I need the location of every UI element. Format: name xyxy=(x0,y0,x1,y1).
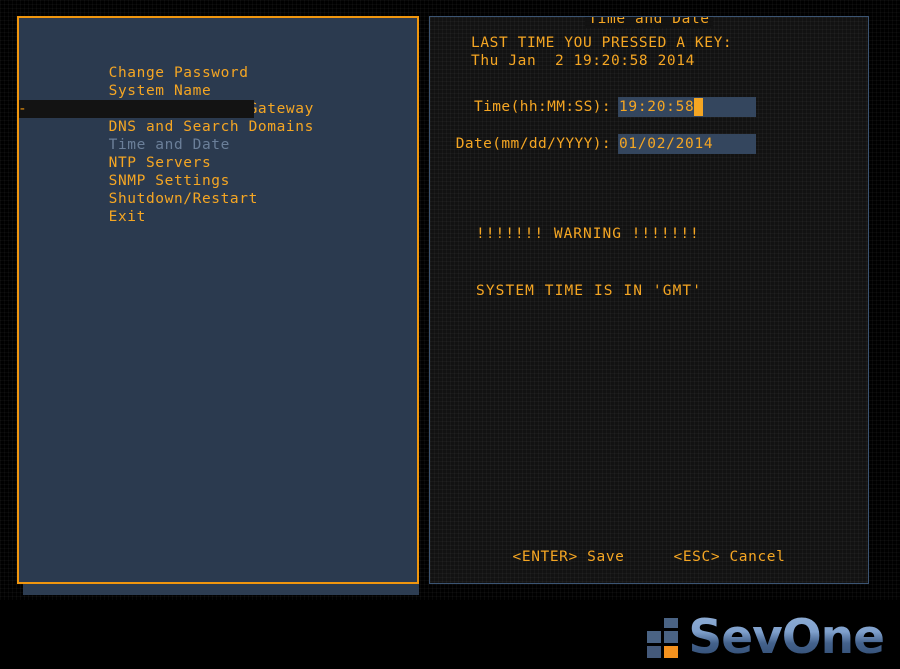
time-input-value: 19:20:58 xyxy=(619,99,695,115)
menu-item-change-password[interactable]: Change Password xyxy=(19,28,417,81)
form-title-bar: Time and Date xyxy=(430,17,868,28)
last-key-timestamp: Thu Jan 2 19:20:58 2014 xyxy=(471,53,695,69)
menu-item-ntp-servers[interactable]: NTP Servers xyxy=(19,118,417,171)
date-field-label: Date(mm/dd/YYYY): xyxy=(455,136,611,152)
menu-item-shutdown-restart[interactable]: Shutdown/Restart xyxy=(19,154,417,207)
menu-list[interactable]: Change Password System Name IP Address a… xyxy=(18,28,417,225)
warning-message: !!!!!!! WARNING !!!!!!! SYSTEM TIME IS I… xyxy=(476,187,702,339)
menu-item-snmp-settings[interactable]: SNMP Settings xyxy=(19,136,417,189)
terminal-screen: Change Password System Name IP Address a… xyxy=(0,0,900,600)
menu-item-time-and-date[interactable]: - Time and Date xyxy=(18,100,254,153)
logo-cell-empty xyxy=(647,618,661,628)
last-key-label: LAST TIME YOU PRESSED A KEY: xyxy=(471,35,733,51)
menu-item-exit[interactable]: Exit xyxy=(19,172,417,225)
logo-cell-blue xyxy=(647,645,662,658)
menu-item-system-name[interactable]: System Name xyxy=(19,46,417,99)
date-field-row: Date(mm/dd/YYYY): 01/02/2014 xyxy=(430,134,756,154)
bottom-bar: SevOne xyxy=(0,600,900,669)
form-action-bar: <ENTER> Save <ESC> Cancel xyxy=(430,547,868,567)
menu-item-label: Exit xyxy=(108,209,146,225)
text-cursor xyxy=(694,98,704,116)
sevone-logo: SevOne xyxy=(647,610,885,665)
date-input[interactable]: 01/02/2014 xyxy=(618,134,756,154)
time-field-label: Time(hh:MM:SS): xyxy=(474,99,611,115)
menu-item-dns-and-search-domains[interactable]: DNS and Search Domains xyxy=(19,82,417,135)
selection-marker-icon: - xyxy=(18,101,28,117)
menu-panel: Change Password System Name IP Address a… xyxy=(17,16,419,584)
time-and-date-form-panel: Time and Date LAST TIME YOU PRESSED A KE… xyxy=(429,16,869,584)
logo-cell-orange xyxy=(664,645,679,658)
save-button[interactable]: <ENTER> Save xyxy=(513,547,625,567)
logo-cell-blue xyxy=(664,630,679,643)
panel-title: Time and Date xyxy=(585,17,713,28)
time-field-row: Time(hh:MM:SS): 19:20:58 xyxy=(430,97,756,117)
date-input-value: 01/02/2014 xyxy=(619,136,714,152)
warning-detail: SYSTEM TIME IS IN 'GMT' xyxy=(476,283,703,299)
cancel-button[interactable]: <ESC> Cancel xyxy=(674,547,786,567)
warning-headline: !!!!!!! WARNING !!!!!!! xyxy=(476,226,700,242)
time-input[interactable]: 19:20:58 xyxy=(618,97,756,117)
logo-cell-blue xyxy=(664,617,679,628)
product-name: SevOne xyxy=(688,610,885,665)
sevone-logo-mark-icon xyxy=(647,617,679,658)
menu-item-ip-address-and-gateway[interactable]: IP Address and Gateway xyxy=(19,64,417,117)
logo-cell-blue xyxy=(647,630,662,643)
menu-item-label: Shutdown/Restart xyxy=(108,191,258,207)
